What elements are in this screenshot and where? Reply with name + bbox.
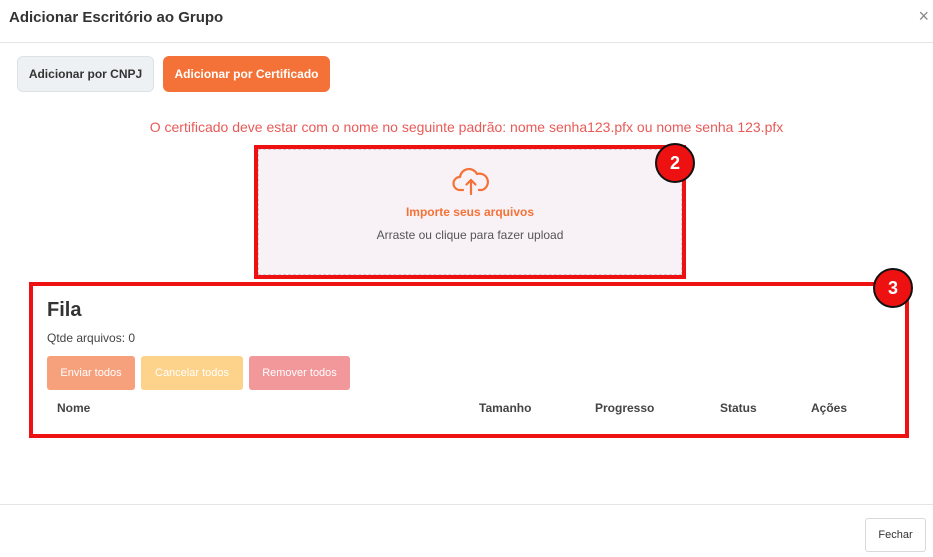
highlight-box-dropzone (254, 145, 686, 279)
queue-file-count: Qtde arquivos: 0 (47, 331, 136, 345)
annotation-badge-2: 2 (655, 143, 695, 183)
column-header-actions: Ações (811, 401, 848, 415)
close-button[interactable]: Fechar (865, 518, 926, 552)
cancel-all-button[interactable]: Cancelar todos (141, 356, 243, 390)
column-header-size: Tamanho (479, 401, 532, 415)
add-by-cnpj-button[interactable]: Adicionar por CNPJ (17, 56, 154, 92)
column-header-status: Status (720, 401, 757, 415)
certificate-naming-message: O certificado deve estar com o nome no s… (149, 119, 784, 135)
modal-footer: Fechar (0, 504, 933, 557)
add-by-certificate-button[interactable]: Adicionar por Certificado (163, 56, 330, 92)
modal-title: Adicionar Escritório ao Grupo (9, 9, 224, 26)
annotation-badge-3: 3 (873, 268, 913, 308)
column-header-name: Nome (57, 401, 91, 415)
remove-all-button[interactable]: Remover todos (249, 356, 350, 390)
modal-header: Adicionar Escritório ao Grupo × (0, 0, 933, 43)
queue-title: Fila (47, 299, 82, 321)
send-all-button[interactable]: Enviar todos (47, 356, 135, 390)
close-icon[interactable]: × (918, 6, 929, 26)
column-header-progress: Progresso (595, 401, 655, 415)
